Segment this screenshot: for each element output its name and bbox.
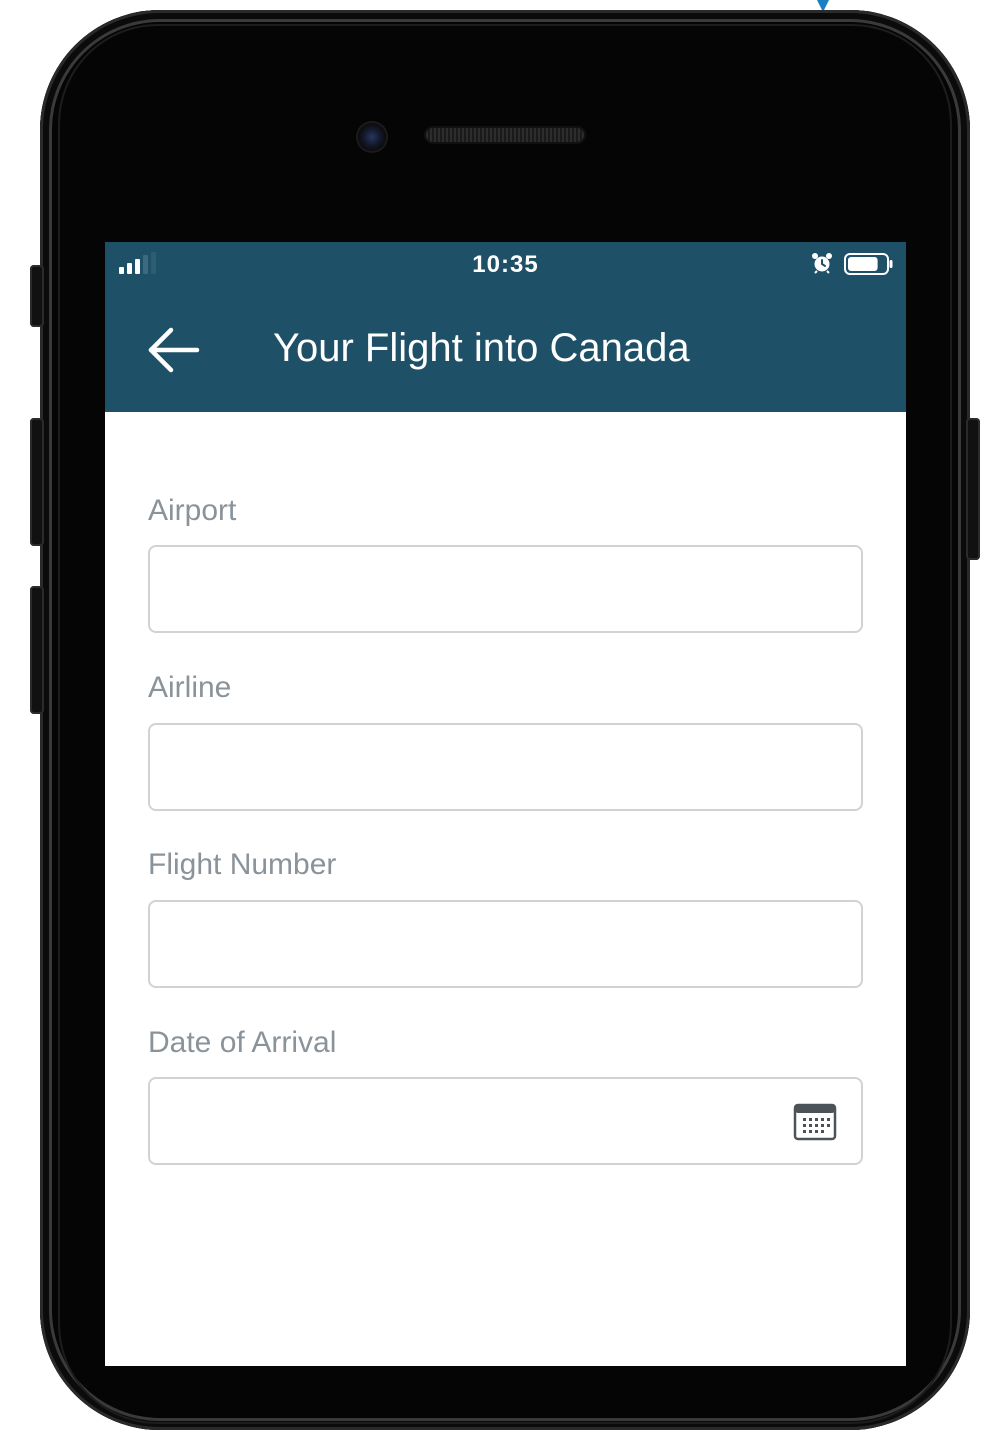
flight-number-label: Flight Number bbox=[148, 848, 337, 881]
arrow-left-icon bbox=[148, 327, 200, 373]
volume-up-button bbox=[30, 418, 44, 546]
page-title: Your Flight into Canada bbox=[273, 326, 690, 370]
battery-icon bbox=[844, 253, 893, 275]
airline-label: Airline bbox=[148, 671, 232, 704]
alarm-clock-icon bbox=[812, 253, 832, 274]
status-bar: 10:35 bbox=[105, 242, 906, 288]
front-camera bbox=[358, 123, 386, 151]
calendar-icon[interactable] bbox=[793, 1103, 837, 1141]
power-button bbox=[966, 418, 980, 560]
back-button[interactable] bbox=[145, 324, 203, 376]
volume-down-button bbox=[30, 586, 44, 714]
flight-number-input[interactable] bbox=[148, 900, 863, 988]
phone-screen: 10:35 Your Flight into Canada Airport Ai… bbox=[105, 242, 906, 1366]
airport-input[interactable] bbox=[148, 545, 863, 633]
status-time: 10:35 bbox=[472, 251, 539, 278]
silent-switch bbox=[30, 265, 44, 327]
airport-label: Airport bbox=[148, 494, 237, 527]
date-of-arrival-label: Date of Arrival bbox=[148, 1026, 337, 1059]
earpiece-speaker bbox=[426, 128, 584, 142]
app-header: Your Flight into Canada bbox=[105, 288, 906, 412]
airline-input[interactable] bbox=[148, 723, 863, 811]
date-of-arrival-input[interactable] bbox=[148, 1077, 863, 1165]
